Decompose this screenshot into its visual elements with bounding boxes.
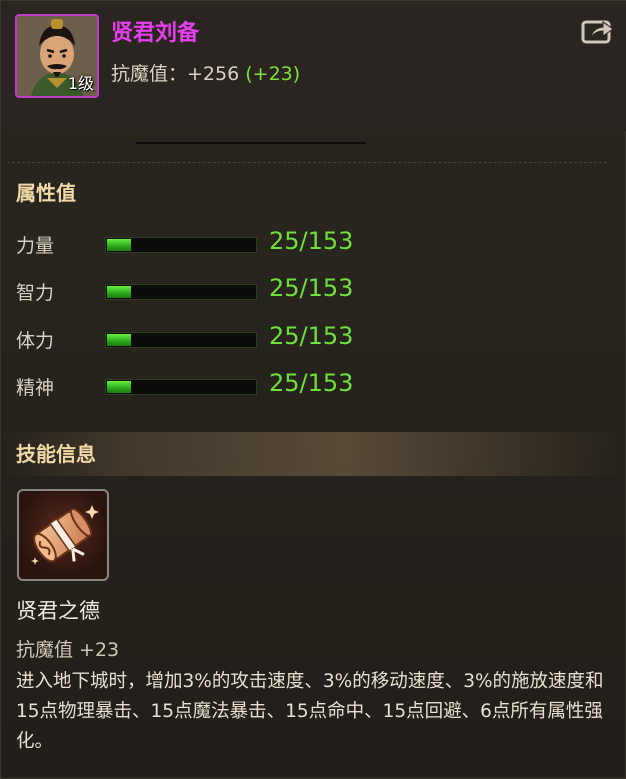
stat-label: 抗魔值： — [111, 63, 188, 85]
attribute-label: 智力 — [16, 282, 55, 304]
hero-portrait[interactable]: 1级 — [15, 14, 99, 98]
attribute-progress-fill — [107, 381, 131, 393]
attribute-row: 体力 25/153 — [1, 318, 626, 358]
attribute-label: 力量 — [16, 235, 55, 257]
hero-tooltip-panel: 1级 贤君刘备 抗魔值：+256 (+23) 属性值 力量 25/153 智力 … — [0, 0, 626, 779]
skill-icon-slot[interactable] — [17, 489, 109, 581]
attributes-section-title: 属性值 — [16, 181, 76, 205]
attribute-progress-bar — [105, 379, 257, 395]
header-divider — [136, 142, 366, 144]
attribute-progress-fill — [107, 286, 131, 298]
attribute-label: 体力 — [16, 330, 55, 352]
attribute-progress-bar — [105, 237, 257, 253]
attribute-progress-fill — [107, 239, 131, 251]
skill-name: 贤君之德 — [16, 599, 100, 623]
attribute-label: 精神 — [16, 377, 55, 399]
skills-section-title: 技能信息 — [1, 432, 626, 476]
level-badge: 1级 — [67, 74, 94, 93]
dotted-divider — [7, 162, 607, 164]
stat-bonus: (+23) — [245, 63, 301, 85]
attribute-value: 25/153 — [269, 274, 354, 302]
attribute-value: 25/153 — [269, 227, 354, 255]
attribute-row: 力量 25/153 — [1, 223, 626, 263]
attribute-progress-fill — [107, 334, 131, 346]
scroll-icon — [31, 505, 99, 565]
attribute-row: 精神 25/153 — [1, 365, 626, 405]
stat-value: +256 — [187, 63, 240, 85]
skill-stat: 抗魔值 +23 — [16, 639, 120, 661]
attribute-row: 智力 25/153 — [1, 270, 626, 310]
share-button[interactable] — [581, 17, 615, 45]
hero-stat-line: 抗魔值：+256 (+23) — [111, 59, 300, 86]
hero-header: 1级 贤君刘备 抗魔值：+256 (+23) — [1, 1, 626, 131]
skill-description: 进入地下城时，增加3%的攻击速度、3%的移动速度、3%的施放速度和15点物理暴击… — [16, 671, 604, 752]
attribute-value: 25/153 — [269, 322, 354, 350]
attribute-progress-bar — [105, 284, 257, 300]
hero-name: 贤君刘备 — [111, 21, 200, 46]
attribute-value: 25/153 — [269, 369, 354, 397]
attribute-progress-bar — [105, 332, 257, 348]
share-icon — [581, 20, 614, 44]
